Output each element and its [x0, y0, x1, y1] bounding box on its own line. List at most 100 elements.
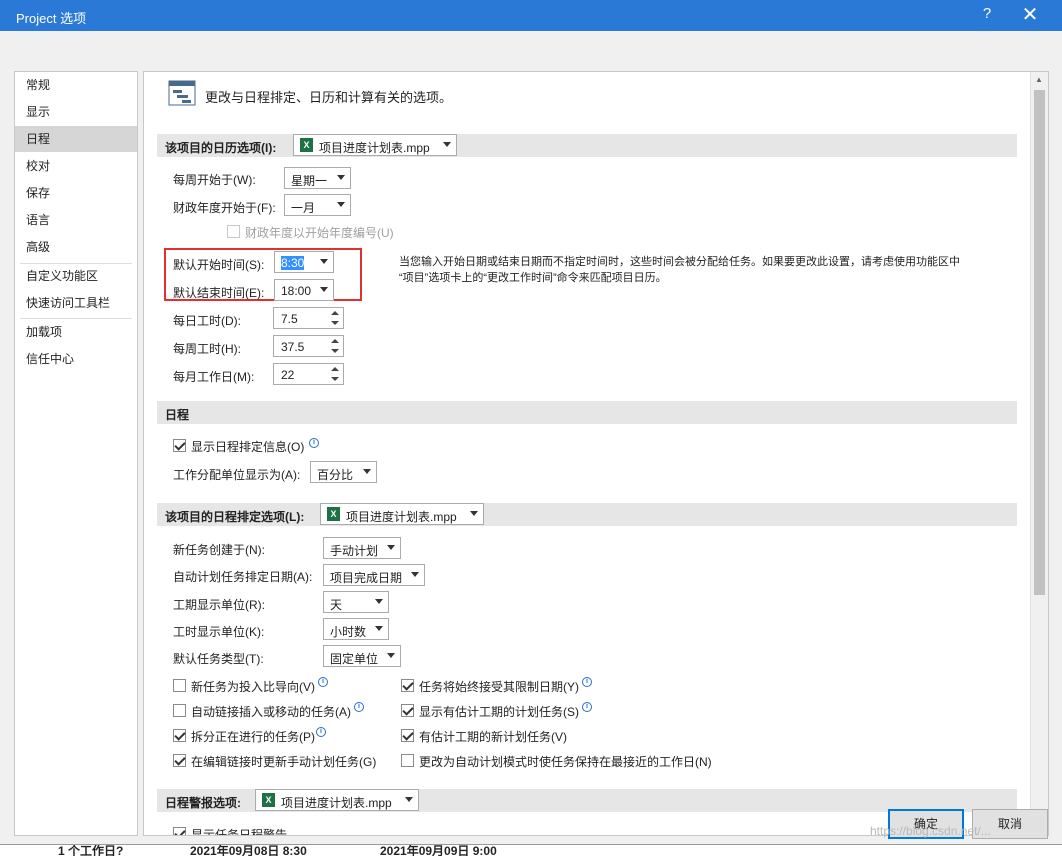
- task-type-label: 默认任务类型(T):: [173, 652, 264, 666]
- time-note-line2: “项目”选项卡上的“更改工作时间”命令来匹配项目日历。: [399, 272, 667, 284]
- options-dialog: 常规 显示 日程 校对 保存 语言 高级 自定义功能区 快速访问工具栏 加载项 …: [0, 31, 1062, 844]
- row-duration: 1 个工作日?: [58, 844, 124, 856]
- section-title: 日程警报选项:: [165, 796, 241, 810]
- nav-item-general[interactable]: 常规: [15, 72, 137, 98]
- autolink-checkbox[interactable]: [173, 704, 186, 717]
- auto-date-label: 自动计划任务排定日期(A):: [173, 570, 313, 584]
- excel-file-icon: X: [262, 793, 275, 807]
- hours-per-week-spinner[interactable]: 37.5: [273, 335, 344, 357]
- fiscal-numbering-label: 财政年度以开始年度编号(U): [245, 226, 394, 240]
- show-schedule-info-checkbox[interactable]: [173, 439, 186, 452]
- hours-per-day-spinner[interactable]: 7.5: [273, 307, 344, 329]
- window-title: Project 选项: [16, 11, 87, 26]
- chevron-down-icon: [320, 259, 328, 264]
- work-unit-label: 工时显示单位(K):: [173, 625, 265, 639]
- select-value: 一月: [291, 201, 316, 215]
- effort-driven-checkbox[interactable]: [173, 679, 186, 692]
- spin-up-icon[interactable]: [329, 308, 341, 318]
- chevron-down-icon: [337, 175, 345, 180]
- default-end-time-select[interactable]: 18:00: [274, 279, 334, 301]
- options-nav: 常规 显示 日程 校对 保存 语言 高级 自定义功能区 快速访问工具栏 加载项 …: [14, 71, 138, 836]
- spinner-value: 22: [281, 368, 295, 382]
- title-bar: Project 选项 ? ✕: [0, 0, 1062, 31]
- section-title: 日程: [165, 408, 190, 422]
- nav-item-proofing[interactable]: 校对: [15, 153, 137, 179]
- effort-driven-label: 新任务为投入比导向(V): [191, 680, 315, 694]
- split-tasks-label: 拆分正在进行的任务(P): [191, 730, 315, 744]
- show-estimated-label: 显示有估计工期的计划任务(S): [419, 705, 579, 719]
- show-alerts-label: 显示任务日程警告: [191, 828, 288, 836]
- scroll-up-icon[interactable]: ▲: [1035, 75, 1043, 84]
- section-title: 该项目的日程排定选项(L):: [165, 510, 305, 524]
- duration-unit-label: 工期显示单位(R):: [173, 598, 265, 612]
- default-start-label: 默认开始时间(S):: [173, 258, 265, 272]
- work-unit-select[interactable]: 小时数: [323, 618, 389, 640]
- hours-per-week-label: 每周工时(H):: [173, 342, 241, 356]
- autolink-label: 自动链接插入或移动的任务(A): [191, 705, 351, 719]
- select-value: 星期一: [291, 174, 328, 188]
- assign-units-label: 工作分配单位显示为(A):: [173, 468, 301, 482]
- schedule-icon: [168, 80, 196, 106]
- new-estimated-checkbox[interactable]: [401, 729, 414, 742]
- nav-item-advanced[interactable]: 高级: [15, 234, 137, 260]
- chevron-down-icon: [375, 626, 383, 631]
- new-task-select[interactable]: 手动计划: [323, 537, 401, 559]
- update-manual-label: 在编辑链接时更新手动计划任务(G): [191, 755, 377, 769]
- info-icon: i: [354, 702, 364, 712]
- new-estimated-label: 有估计工期的新计划任务(V): [419, 730, 567, 744]
- spinner-value: 37.5: [281, 340, 305, 354]
- keep-nearest-workday-label: 更改为自动计划模式时使任务保持在最接近的工作日(N): [419, 755, 712, 769]
- calendar-project-select[interactable]: X 项目进度计划表.mpp: [293, 134, 457, 156]
- scrollbar-thumb[interactable]: [1034, 90, 1045, 595]
- scheduling-project-select[interactable]: X 项目进度计划表.mpp: [320, 503, 484, 525]
- help-button[interactable]: ?: [978, 5, 996, 25]
- select-value: 天: [330, 598, 343, 612]
- schedule-section-header: 日程: [157, 401, 1017, 424]
- chevron-down-icon: [443, 142, 451, 147]
- select-value: 18:00: [281, 284, 312, 298]
- days-per-month-label: 每月工作日(M):: [173, 370, 255, 384]
- spin-down-icon[interactable]: [329, 374, 341, 384]
- spin-down-icon[interactable]: [329, 318, 341, 328]
- task-type-select[interactable]: 固定单位: [323, 645, 401, 667]
- split-tasks-checkbox[interactable]: [173, 729, 186, 742]
- select-value: 手动计划: [330, 544, 379, 558]
- honor-constraint-checkbox[interactable]: [401, 679, 414, 692]
- row-start: 2021年09月08日 8:30: [190, 844, 307, 856]
- show-alerts-checkbox[interactable]: [173, 827, 186, 835]
- select-value: 百分比: [317, 468, 354, 482]
- duration-unit-select[interactable]: 天: [323, 591, 389, 613]
- keep-nearest-workday-checkbox[interactable]: [401, 754, 414, 767]
- info-icon: i: [582, 677, 592, 687]
- close-button[interactable]: ✕: [1019, 3, 1041, 27]
- show-estimated-checkbox[interactable]: [401, 704, 414, 717]
- week-start-select[interactable]: 星期一: [284, 167, 351, 189]
- days-per-month-spinner[interactable]: 22: [273, 363, 344, 385]
- spin-up-icon[interactable]: [329, 336, 341, 346]
- assign-units-select[interactable]: 百分比: [310, 461, 377, 483]
- nav-item-customize-ribbon[interactable]: 自定义功能区: [15, 263, 137, 289]
- nav-item-quick-access[interactable]: 快速访问工具栏: [15, 290, 137, 316]
- spin-up-icon[interactable]: [329, 364, 341, 374]
- nav-item-addins[interactable]: 加载项: [15, 319, 137, 345]
- alerts-project-select[interactable]: X 项目进度计划表.mpp: [255, 789, 419, 811]
- select-value: 项目进度计划表.mpp: [319, 141, 430, 155]
- time-note-line1: 当您输入开始日期或结束日期而不指定时间时，这些时间会被分配给任务。如果要更改此设…: [399, 256, 960, 268]
- fiscal-numbering-checkbox[interactable]: [227, 225, 240, 238]
- spin-down-icon[interactable]: [329, 346, 341, 356]
- nav-item-language[interactable]: 语言: [15, 207, 137, 233]
- chevron-down-icon: [375, 599, 383, 604]
- nav-item-save[interactable]: 保存: [15, 180, 137, 206]
- nav-item-trust-center[interactable]: 信任中心: [15, 346, 137, 372]
- week-start-label: 每周开始于(W):: [173, 173, 256, 187]
- content-scrollbar[interactable]: ▲ ▼: [1030, 72, 1048, 835]
- excel-file-icon: X: [327, 507, 340, 521]
- nav-item-display[interactable]: 显示: [15, 99, 137, 125]
- fiscal-start-select[interactable]: 一月: [284, 194, 351, 216]
- select-value: 项目完成日期: [330, 571, 403, 585]
- update-manual-checkbox[interactable]: [173, 754, 186, 767]
- auto-date-select[interactable]: 项目完成日期: [323, 564, 425, 586]
- chevron-down-icon: [405, 797, 413, 802]
- default-start-time-select[interactable]: 8:30: [274, 251, 334, 273]
- nav-item-schedule[interactable]: 日程: [15, 126, 137, 152]
